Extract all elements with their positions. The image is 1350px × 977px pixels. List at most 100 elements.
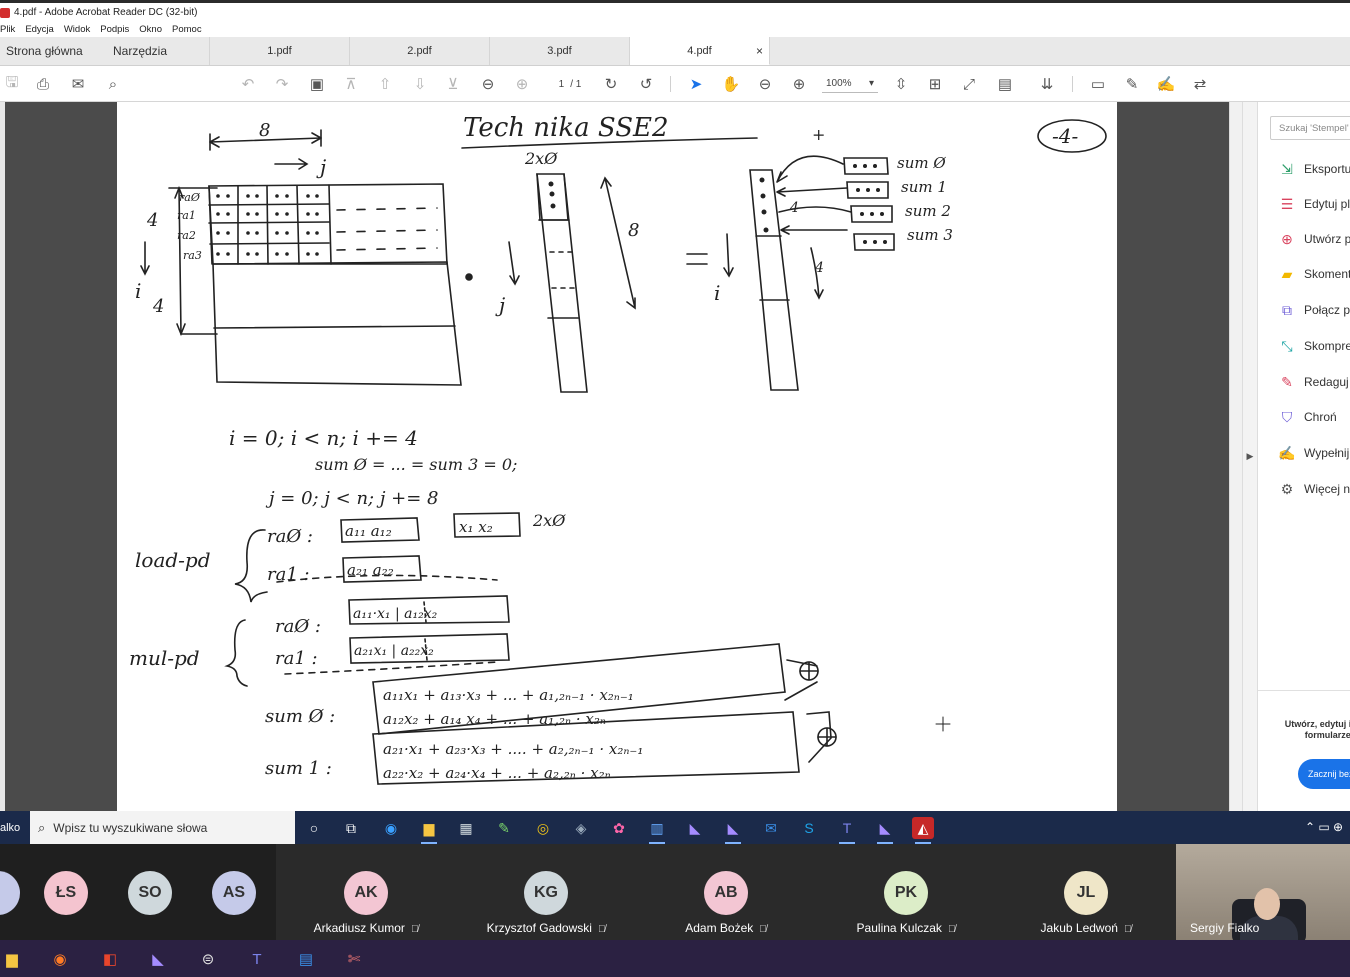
snapshot-icon[interactable]: ▣ bbox=[307, 74, 327, 94]
visual-studio-icon[interactable]: ◣ bbox=[146, 947, 170, 971]
tools-search-input[interactable]: Szukaj 'Stempel' bbox=[1270, 116, 1350, 140]
office-icon[interactable]: ◧ bbox=[98, 947, 122, 971]
acrobat-icon[interactable]: ◭ bbox=[912, 817, 934, 844]
save-icon[interactable]: 🖫 bbox=[2, 74, 22, 94]
firefox-icon[interactable]: ◉ bbox=[48, 947, 72, 971]
rotate-cw-icon[interactable]: ↻ bbox=[601, 74, 621, 94]
notepad-plus-icon[interactable]: ✎ bbox=[493, 817, 515, 839]
presenter-video[interactable]: Sergiy Fialko bbox=[1176, 844, 1350, 940]
app-icon[interactable]: ◈ bbox=[570, 817, 592, 839]
participant-tile[interactable]: PK Paulina Kulczak 🎙̸ bbox=[816, 844, 996, 940]
fit-width-icon[interactable]: ⊞ bbox=[925, 74, 945, 94]
paint-icon[interactable]: ✿ bbox=[608, 817, 630, 839]
zoom-in-icon[interactable]: ⊕ bbox=[789, 74, 809, 94]
email-icon[interactable]: ✉ bbox=[68, 74, 88, 94]
word-icon[interactable]: ▤ bbox=[294, 947, 318, 971]
tool-comment[interactable]: ▰ Skomentuj bbox=[1278, 264, 1350, 284]
app-icon[interactable]: ⊜ bbox=[196, 947, 220, 971]
menu-podpis[interactable]: Podpis bbox=[100, 24, 129, 35]
cortana-icon[interactable]: ○ bbox=[303, 817, 325, 839]
avatar[interactable]: ŁS bbox=[44, 871, 88, 915]
tool-export-pdf[interactable]: ⇲ Eksportuj PDF bbox=[1278, 159, 1350, 179]
menu-okno[interactable]: Okno bbox=[139, 24, 162, 35]
collapse-pane-toggle[interactable]: ▶ bbox=[1242, 102, 1257, 811]
document-viewport[interactable]: Tech nika SSE2 -4- 8 j 4 i 4 raØ ra1 ra2… bbox=[0, 102, 1242, 811]
taskbar-search[interactable]: ⌕ Wpisz tu wyszukiwane słowa bbox=[30, 811, 295, 844]
fit-page-icon[interactable]: ⇳ bbox=[891, 74, 911, 94]
first-page-icon[interactable]: ⊼ bbox=[341, 74, 361, 94]
vertical-scrollbar[interactable] bbox=[1229, 102, 1242, 811]
code-x-val: x₁ x₂ bbox=[459, 518, 493, 536]
zoom-out-icon[interactable]: ⊖ bbox=[755, 74, 775, 94]
edge-icon[interactable]: ◉ bbox=[380, 817, 402, 839]
system-tray[interactable]: ⌃ ▭ ⊕ bbox=[1305, 820, 1343, 834]
share-icon[interactable]: ⇄ bbox=[1190, 74, 1210, 94]
file-explorer-icon[interactable]: ▆ bbox=[418, 817, 440, 844]
redo-icon[interactable]: ↷ bbox=[272, 74, 292, 94]
tool-combine[interactable]: ⧉ Połącz pliki bbox=[1278, 300, 1350, 320]
menu-plik[interactable]: Plik bbox=[0, 24, 15, 35]
task-view-icon[interactable]: ⧉ bbox=[340, 817, 362, 839]
participant-tile[interactable]: AB Adam Bożek 🎙̸ bbox=[636, 844, 816, 940]
tool-fill-sign[interactable]: ✍ Wypełnij i podpisz bbox=[1278, 443, 1350, 463]
full-screen-icon[interactable]: ⤢ bbox=[959, 74, 979, 94]
teams-icon[interactable]: T bbox=[836, 817, 858, 844]
back-icon[interactable]: ⊖ bbox=[478, 74, 498, 94]
tab-tools[interactable]: Narzędzia bbox=[95, 37, 210, 65]
tab-2-pdf[interactable]: 2.pdf bbox=[350, 37, 490, 65]
visual-studio-icon[interactable]: ◣ bbox=[874, 817, 896, 844]
last-page-icon[interactable]: ⊻ bbox=[443, 74, 463, 94]
tab-4-pdf[interactable]: 4.pdf × bbox=[630, 37, 770, 65]
sign-icon[interactable]: ✍ bbox=[1156, 74, 1176, 94]
participant-tile[interactable]: KG Krzysztof Gadowski 🎙̸ bbox=[456, 844, 636, 940]
hand-tool-icon[interactable]: ✋ bbox=[721, 74, 741, 94]
page-indicator[interactable]: 1 / 1 bbox=[540, 75, 600, 93]
outlook-icon[interactable]: ✉ bbox=[760, 817, 782, 839]
page-display-icon[interactable]: ▤ bbox=[995, 74, 1015, 94]
forward-icon[interactable]: ⊕ bbox=[512, 74, 532, 94]
tool-redact[interactable]: ✎ Redaguj bbox=[1278, 372, 1349, 392]
calculator-icon[interactable]: ▦ bbox=[455, 817, 477, 839]
next-page-icon[interactable]: ⇩ bbox=[410, 74, 430, 94]
chrome-icon[interactable]: ◎ bbox=[532, 817, 554, 839]
comment-icon[interactable]: ▭ bbox=[1088, 74, 1108, 94]
debugger-icon[interactable]: ▥ bbox=[646, 817, 668, 844]
print-icon[interactable]: ⎙ bbox=[33, 74, 53, 94]
select-cursor-icon[interactable]: ➤ bbox=[686, 74, 706, 94]
menu-edycja[interactable]: Edycja bbox=[25, 24, 54, 35]
highlight-pen-icon[interactable]: ✎ bbox=[1122, 74, 1142, 94]
participant-tile[interactable]: AK Arkadiusz Kumor 🎙̸ bbox=[276, 844, 456, 940]
zoom-select[interactable]: 100% ▾ bbox=[822, 75, 878, 93]
export-pdf-icon: ⇲ bbox=[1281, 160, 1293, 177]
free-trial-button[interactable]: Zacznij bezpłatny okres próbny bbox=[1298, 759, 1350, 789]
tool-compress[interactable]: ⤡ Skompresuj PDF bbox=[1278, 336, 1350, 356]
teams-meeting-strip: ŁS SO AS AK Arkadiusz Kumor 🎙̸ KG Krzyszt… bbox=[0, 844, 1350, 940]
tab-home[interactable]: Strona główna bbox=[0, 37, 95, 65]
app-icon[interactable]: ✄ bbox=[342, 947, 366, 971]
scroll-mode-icon[interactable]: ⇊ bbox=[1037, 74, 1057, 94]
avatar: PK bbox=[884, 871, 928, 915]
rotate-ccw-icon[interactable]: ↺ bbox=[636, 74, 656, 94]
menu-pomoc[interactable]: Pomoc bbox=[172, 24, 202, 35]
tool-create-pdf[interactable]: ⊕ Utwórz plik PDF bbox=[1278, 229, 1350, 249]
tool-protect[interactable]: ⛉ Chroń bbox=[1278, 407, 1337, 427]
tab-3-pdf[interactable]: 3.pdf bbox=[490, 37, 630, 65]
page-current[interactable]: 1 bbox=[559, 79, 565, 90]
menu-widok[interactable]: Widok bbox=[64, 24, 90, 35]
previous-page-icon[interactable]: ⇧ bbox=[375, 74, 395, 94]
avatar[interactable]: SO bbox=[128, 871, 172, 915]
avatar[interactable] bbox=[0, 871, 20, 915]
close-tab-icon[interactable]: × bbox=[756, 44, 763, 58]
tab-1-pdf[interactable]: 1.pdf bbox=[210, 37, 350, 65]
visual-studio-icon[interactable]: ◣ bbox=[684, 817, 706, 839]
tool-edit-pdf[interactable]: ☰ Edytuj plik PDF bbox=[1278, 194, 1350, 214]
visual-studio-icon[interactable]: ◣ bbox=[722, 817, 744, 844]
skype-icon[interactable]: S bbox=[798, 817, 820, 839]
folder-icon[interactable]: ▆ bbox=[0, 947, 24, 971]
undo-icon[interactable]: ↶ bbox=[238, 74, 258, 94]
search-icon[interactable]: ⌕ bbox=[103, 74, 123, 94]
tool-more[interactable]: ⚙ Więcej narzędzi bbox=[1278, 479, 1350, 499]
avatar[interactable]: AS bbox=[212, 871, 256, 915]
teams-icon[interactable]: T bbox=[245, 947, 269, 971]
participant-tile[interactable]: JL Jakub Ledwoń 🎙̸ bbox=[996, 844, 1176, 940]
